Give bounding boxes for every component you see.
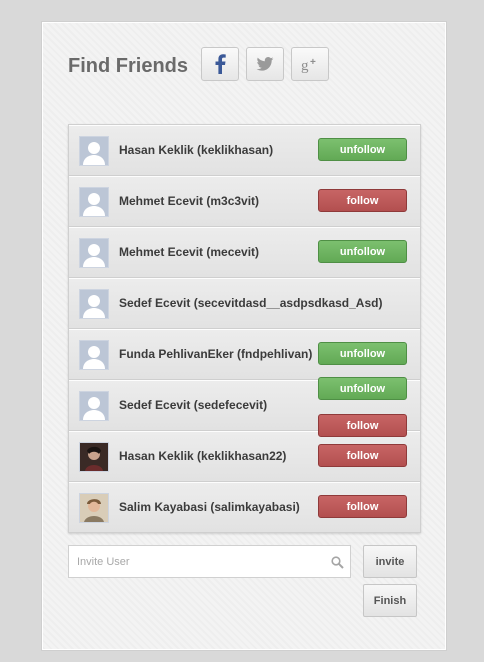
friend-name: Sedef Ecevit (secevitdasd__asdpsdkasd_As… — [119, 296, 383, 310]
user-photo — [80, 443, 108, 471]
unfollow-button[interactable]: unfollow — [318, 377, 407, 400]
friend-row: Mehmet Ecevit (m3c3vit) follow — [69, 176, 420, 227]
follow-button[interactable]: follow — [318, 495, 407, 518]
friend-row: Mehmet Ecevit (mecevit) unfollow — [69, 227, 420, 278]
invite-user-input[interactable] — [69, 546, 327, 577]
facebook-icon — [215, 54, 226, 74]
friend-row: Hasan Keklik (keklikhasan22) follow — [69, 431, 420, 482]
default-avatar-icon — [80, 392, 108, 420]
search-icon[interactable] — [331, 556, 344, 569]
invite-user-field[interactable] — [68, 545, 351, 578]
twitter-button[interactable] — [246, 47, 284, 81]
default-avatar-icon — [80, 137, 108, 165]
avatar — [79, 493, 109, 523]
unfollow-button[interactable]: unfollow — [318, 138, 407, 161]
google-plus-button[interactable]: g + — [291, 47, 329, 81]
friends-list: Hasan Keklik (keklikhasan) unfollow Mehmet… — [68, 124, 421, 533]
avatar — [79, 442, 109, 472]
unfollow-button[interactable]: unfollow — [318, 240, 407, 263]
facebook-button[interactable] — [201, 47, 239, 81]
page-title: Find Friends — [68, 55, 188, 77]
friend-name: Mehmet Ecevit (m3c3vit) — [119, 194, 260, 208]
friend-row: Sedef Ecevit (sedefecevit) unfollow follow — [69, 377, 420, 437]
avatar — [79, 187, 109, 217]
find-friends-panel: Find Friends g + Hasan Keklik (keklikhas… — [42, 22, 446, 650]
default-avatar-icon — [80, 188, 108, 216]
friend-row: Funda PehlivanEker (fndpehlivan) unfollow — [69, 329, 420, 380]
friend-row: Sedef Ecevit (secevitdasd__asdpsdkasd_As… — [69, 278, 420, 329]
svg-text:g: g — [301, 58, 309, 73]
default-avatar-icon — [80, 290, 108, 318]
friend-name: Hasan Keklik (keklikhasan22) — [119, 449, 287, 463]
friend-name: Mehmet Ecevit (mecevit) — [119, 245, 260, 259]
twitter-icon — [256, 57, 274, 71]
avatar — [79, 289, 109, 319]
user-photo — [80, 494, 108, 522]
default-avatar-icon — [80, 341, 108, 369]
follow-button[interactable]: follow — [318, 414, 407, 437]
avatar — [79, 340, 109, 370]
friend-name: Hasan Keklik (keklikhasan) — [119, 143, 274, 157]
svg-text:+: + — [310, 57, 316, 68]
friend-name: Funda PehlivanEker (fndpehlivan) — [119, 347, 313, 361]
avatar — [79, 136, 109, 166]
friend-name: Salim Kayabasi (salimkayabasi) — [119, 500, 300, 514]
follow-button[interactable]: follow — [318, 444, 407, 467]
unfollow-button[interactable]: unfollow — [318, 342, 407, 365]
friend-name: Sedef Ecevit (sedefecevit) — [119, 398, 268, 412]
follow-button[interactable]: follow — [318, 189, 407, 212]
default-avatar-icon — [80, 239, 108, 267]
friend-row: Salim Kayabasi (salimkayabasi) follow — [69, 482, 420, 532]
invite-button[interactable]: invite — [363, 545, 417, 578]
finish-button[interactable]: Finish — [363, 584, 417, 617]
friend-row: Hasan Keklik (keklikhasan) unfollow — [69, 125, 420, 176]
google-plus-icon: g + — [301, 57, 316, 73]
avatar — [79, 238, 109, 268]
avatar — [79, 391, 109, 421]
